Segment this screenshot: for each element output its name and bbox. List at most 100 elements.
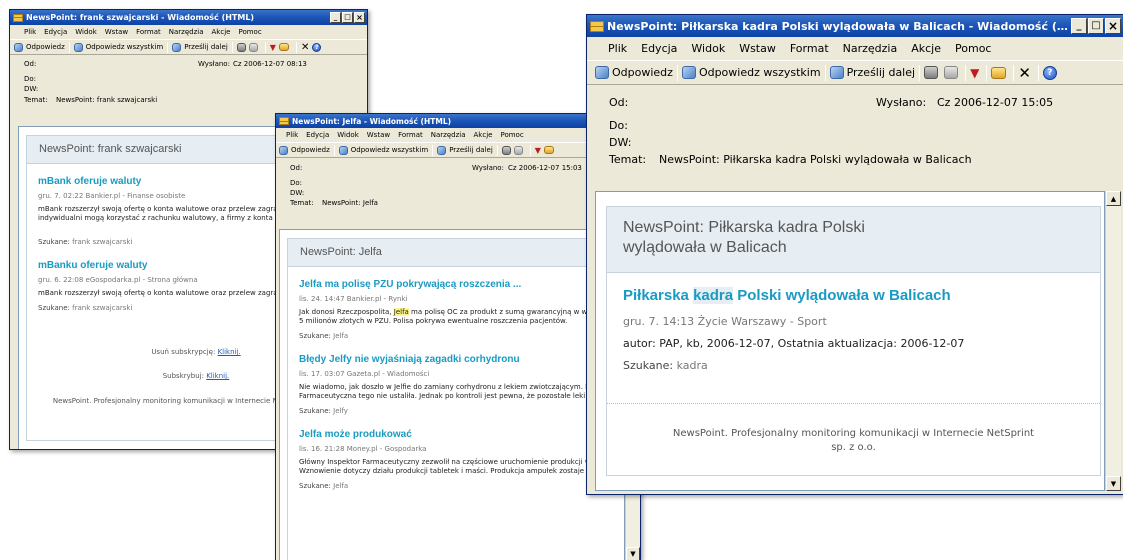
vertical-scrollbar[interactable]: ▲ ▼ — [1105, 191, 1121, 491]
menu-file[interactable]: Plik — [286, 131, 298, 139]
print-icon[interactable] — [924, 66, 939, 79]
article-meta: gru. 7. 14:13 Życie Warszawy - Sport — [623, 315, 827, 328]
menu-tools[interactable]: Narzędzia — [431, 131, 466, 139]
menu-help[interactable]: Pomoc — [500, 131, 523, 139]
unsubscribe-link[interactable]: Kliknij. — [218, 348, 241, 356]
newsletter-footer: NewsPoint. Profesjonalny monitoring komu… — [617, 427, 1090, 455]
menu-help[interactable]: Pomoc — [238, 28, 261, 36]
copy-icon[interactable] — [513, 145, 523, 155]
reply-button[interactable]: Odpowiedz — [279, 145, 330, 155]
cc-label: DW: — [290, 189, 305, 197]
menu-format[interactable]: Format — [136, 28, 161, 36]
menu-format[interactable]: Format — [398, 131, 423, 139]
article-title-link[interactable]: Jelfa może produkować — [299, 429, 621, 440]
reply-all-button[interactable]: Odpowiedz wszystkim — [681, 66, 821, 79]
menu-format[interactable]: Format — [790, 42, 829, 55]
article-title-link[interactable]: Piłkarska kadra Polski wylądowała w Bali… — [623, 287, 1093, 304]
snippet-text: Jak donosi Rzeczpospolita, — [299, 308, 394, 316]
menu-help[interactable]: Pomoc — [955, 42, 991, 55]
menu-tools[interactable]: Narzędzia — [843, 42, 898, 55]
maximize-button[interactable]: □ — [1088, 18, 1104, 34]
reply-icon — [14, 42, 23, 52]
article-meta: lis. 17. 03:07 Gazeta.pl - Wiadomości — [299, 370, 430, 378]
forward-button[interactable]: Prześlij dalej — [172, 42, 228, 52]
footer-text: NewsPoint. Profesjonalny monitoring komu… — [672, 428, 1035, 439]
copy-icon[interactable] — [944, 66, 959, 79]
menu-actions[interactable]: Akcje — [911, 42, 941, 55]
menu-view[interactable]: Widok — [337, 131, 359, 139]
message-headers: Od: Wysłano: Cz 2006-12-07 08:13 Do: DW:… — [10, 55, 367, 113]
minimize-button[interactable]: _ — [1071, 18, 1087, 34]
unsubscribe-text: Usuń subskrypcję: — [151, 348, 216, 356]
window-titlebar[interactable]: NewsPoint: Piłkarska kadra Polski wylądo… — [587, 15, 1123, 37]
print-icon[interactable] — [236, 42, 246, 52]
flag-icon[interactable]: ▼ — [270, 43, 276, 52]
delete-icon[interactable]: ✕ — [1018, 64, 1031, 82]
forward-label: Prześlij dalej — [846, 66, 916, 79]
scroll-down-button[interactable]: ▼ — [1106, 476, 1121, 491]
help-icon[interactable]: ? — [312, 42, 322, 52]
reply-button[interactable]: Odpowiedz — [14, 42, 65, 52]
close-button[interactable]: × — [354, 12, 365, 23]
subscribe-link[interactable]: Kliknij. — [206, 372, 229, 380]
menu-view[interactable]: Widok — [75, 28, 97, 36]
article-meta: lis. 16. 21:28 Money.pl - Gospodarka — [299, 445, 427, 453]
window-titlebar[interactable]: NewsPoint: frank szwajcarski - Wiadomość… — [10, 10, 367, 25]
message-headers: Od: Wysłano: Cz 2006-12-07 15:05 Do: DW:… — [587, 85, 1123, 180]
reply-all-button[interactable]: Odpowiedz wszystkim — [73, 42, 164, 52]
search-term-label: Szukane: — [299, 482, 331, 490]
menu-file[interactable]: Plik — [24, 28, 36, 36]
maximize-button[interactable]: □ — [342, 12, 353, 23]
menu-edit[interactable]: Edycja — [306, 131, 329, 139]
newsletter-card: NewsPoint: Piłkarska kadra Polski wylądo… — [606, 206, 1101, 476]
reply-all-label: Odpowiedz wszystkim — [85, 43, 164, 51]
menu-insert[interactable]: Wstaw — [105, 28, 128, 36]
article-search-term: Szukane: Jelfa — [299, 482, 621, 490]
menu-edit[interactable]: Edycja — [44, 28, 67, 36]
menu-actions[interactable]: Akcje — [474, 131, 493, 139]
folder-icon[interactable] — [543, 146, 554, 154]
article-title-link[interactable]: Błędy Jelfy nie wyjaśniają zagadki corhy… — [299, 354, 621, 365]
toolbar-separator — [824, 64, 826, 81]
minimize-button[interactable]: _ — [330, 12, 341, 23]
reply-button[interactable]: Odpowiedz — [595, 66, 673, 79]
folder-icon[interactable] — [991, 66, 1007, 79]
toolbar-separator — [167, 41, 169, 53]
toolbar: Odpowiedz Odpowiedz wszystkim Prześlij d… — [587, 60, 1123, 85]
sent-label: Wysłano: — [472, 164, 504, 172]
search-term-value: frank szwajcarski — [72, 238, 133, 246]
to-label: Do: — [24, 75, 37, 83]
toolbar-separator — [1013, 64, 1015, 81]
forward-button[interactable]: Prześlij dalej — [829, 66, 916, 79]
subject-value: NewsPoint: frank szwajcarski — [56, 96, 158, 104]
scroll-up-button[interactable]: ▲ — [1106, 191, 1121, 206]
copy-icon[interactable] — [248, 42, 258, 52]
menu-tools[interactable]: Narzędzia — [169, 28, 204, 36]
menu-file[interactable]: Plik — [608, 42, 627, 55]
article-title-link[interactable]: Jelfa ma polisę PZU pokrywającą roszczen… — [299, 279, 621, 290]
menu-view[interactable]: Widok — [691, 42, 725, 55]
forward-button[interactable]: Prześlij dalej — [437, 145, 493, 155]
message-body[interactable]: NewsPoint: Piłkarska kadra Polski wylądo… — [595, 191, 1105, 491]
newsletter-title-line: wylądowała w Balicach — [623, 239, 787, 256]
menu-insert[interactable]: Wstaw — [739, 42, 776, 55]
delete-icon[interactable]: ✕ — [301, 42, 309, 53]
menu-bar: Plik Edycja Widok Wstaw Format Narzędzia… — [587, 37, 1123, 60]
scroll-down-button[interactable]: ▼ — [626, 547, 640, 560]
close-button[interactable]: × — [1105, 18, 1121, 34]
from-label: Od: — [609, 96, 629, 109]
help-icon[interactable]: ? — [1042, 65, 1057, 80]
folder-icon[interactable] — [278, 43, 289, 51]
flag-icon[interactable]: ▼ — [535, 146, 541, 155]
menu-actions[interactable]: Akcje — [212, 28, 231, 36]
search-term-value: kadra — [676, 359, 708, 372]
menu-insert[interactable]: Wstaw — [367, 131, 390, 139]
reply-all-label: Odpowiedz wszystkim — [350, 146, 429, 154]
menu-edit[interactable]: Edycja — [641, 42, 677, 55]
reply-all-icon — [73, 42, 83, 52]
reply-all-button[interactable]: Odpowiedz wszystkim — [338, 145, 429, 155]
article-snippet: Nie wiadomo, jak doszło w Jelfie do zami… — [299, 383, 619, 400]
print-icon[interactable] — [501, 145, 511, 155]
message-body[interactable]: NewsPoint: Jelfa Jelfa ma polisę PZU pok… — [279, 229, 625, 560]
flag-icon[interactable]: ▼ — [970, 66, 979, 80]
